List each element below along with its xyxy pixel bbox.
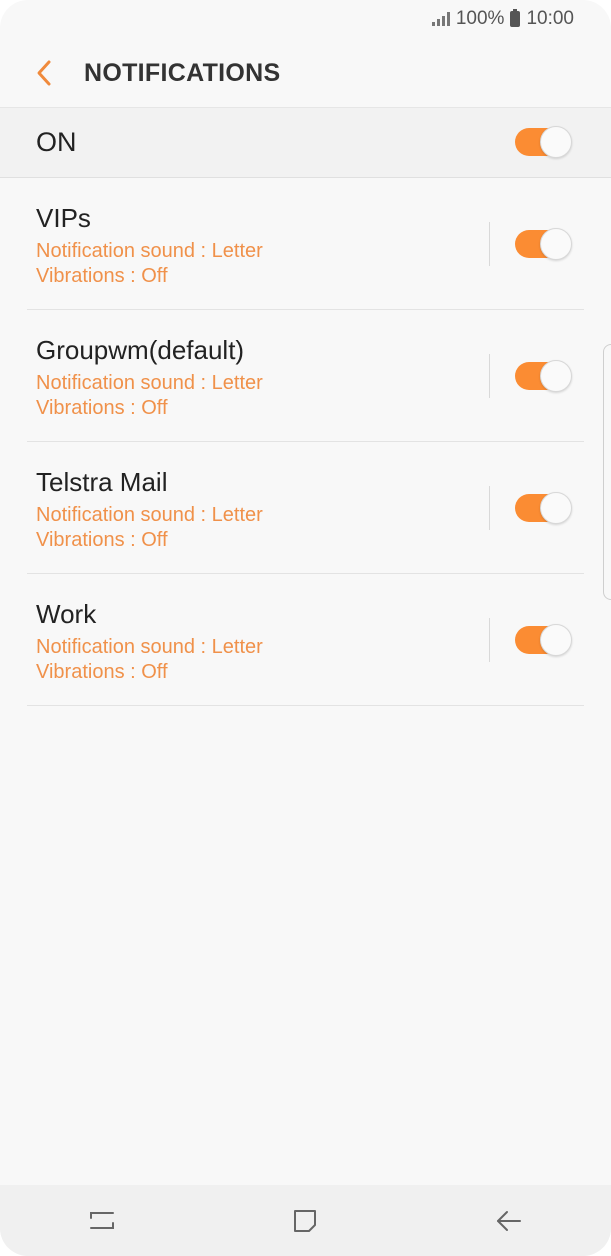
account-toggle-telstra-mail[interactable] xyxy=(515,492,572,524)
divider xyxy=(489,354,490,398)
toggle-knob xyxy=(540,126,572,158)
master-switch-row[interactable]: ON xyxy=(0,107,611,178)
account-toggle-work[interactable] xyxy=(515,624,572,656)
page-title: NOTIFICATIONS xyxy=(84,58,281,87)
back-nav-button[interactable] xyxy=(479,1196,539,1246)
toggle-knob xyxy=(540,360,572,392)
master-switch-label: ON xyxy=(36,127,77,157)
navigation-bar xyxy=(0,1185,611,1256)
status-bar: 100% 10:00 xyxy=(0,0,611,38)
home-button[interactable] xyxy=(275,1196,335,1246)
vibrations-text: Vibrations : Off xyxy=(36,529,168,551)
master-toggle[interactable] xyxy=(515,126,572,158)
divider xyxy=(489,222,490,266)
account-name: Telstra Mail xyxy=(36,467,168,497)
recent-apps-button[interactable] xyxy=(72,1196,132,1246)
divider xyxy=(489,486,490,530)
account-list: VIPs Notification sound : Letter Vibrati… xyxy=(0,178,611,706)
account-item-vips[interactable]: VIPs Notification sound : Letter Vibrati… xyxy=(27,178,584,310)
vibrations-text: Vibrations : Off xyxy=(36,661,168,683)
toggle-knob xyxy=(540,624,572,656)
account-name: VIPs xyxy=(36,203,91,233)
account-toggle-groupwm[interactable] xyxy=(515,360,572,392)
account-item-work[interactable]: Work Notification sound : Letter Vibrati… xyxy=(27,574,584,706)
divider xyxy=(489,618,490,662)
battery-icon xyxy=(510,9,521,27)
vibrations-text: Vibrations : Off xyxy=(36,265,168,287)
vibrations-text: Vibrations : Off xyxy=(36,397,168,419)
back-arrow-icon xyxy=(497,1210,522,1231)
chevron-left-icon xyxy=(37,60,51,86)
account-toggle-vips[interactable] xyxy=(515,228,572,260)
toggle-knob xyxy=(540,228,572,260)
account-name: Groupwm(default) xyxy=(36,335,245,365)
account-item-telstra-mail[interactable]: Telstra Mail Notification sound : Letter… xyxy=(27,442,584,574)
notification-sound-text: Notification sound : Letter xyxy=(36,504,263,526)
app-header: NOTIFICATIONS xyxy=(0,40,611,106)
notification-sound-text: Notification sound : Letter xyxy=(36,372,263,394)
signal-icon xyxy=(431,12,450,26)
account-item-groupwm[interactable]: Groupwm(default) Notification sound : Le… xyxy=(27,310,584,442)
home-icon xyxy=(294,1209,317,1232)
edge-panel-handle[interactable] xyxy=(603,344,611,600)
account-name: Work xyxy=(36,599,97,629)
notification-sound-text: Notification sound : Letter xyxy=(36,240,263,262)
back-button[interactable] xyxy=(24,53,64,93)
phone-screen: 100% 10:00 NOTIFICATIONS ON VIPs Notific… xyxy=(0,0,611,1256)
notification-sound-text: Notification sound : Letter xyxy=(36,636,263,658)
battery-percent: 100% xyxy=(455,8,505,29)
recent-apps-icon xyxy=(89,1211,114,1229)
clock: 10:00 xyxy=(526,8,574,29)
toggle-knob xyxy=(540,492,572,524)
